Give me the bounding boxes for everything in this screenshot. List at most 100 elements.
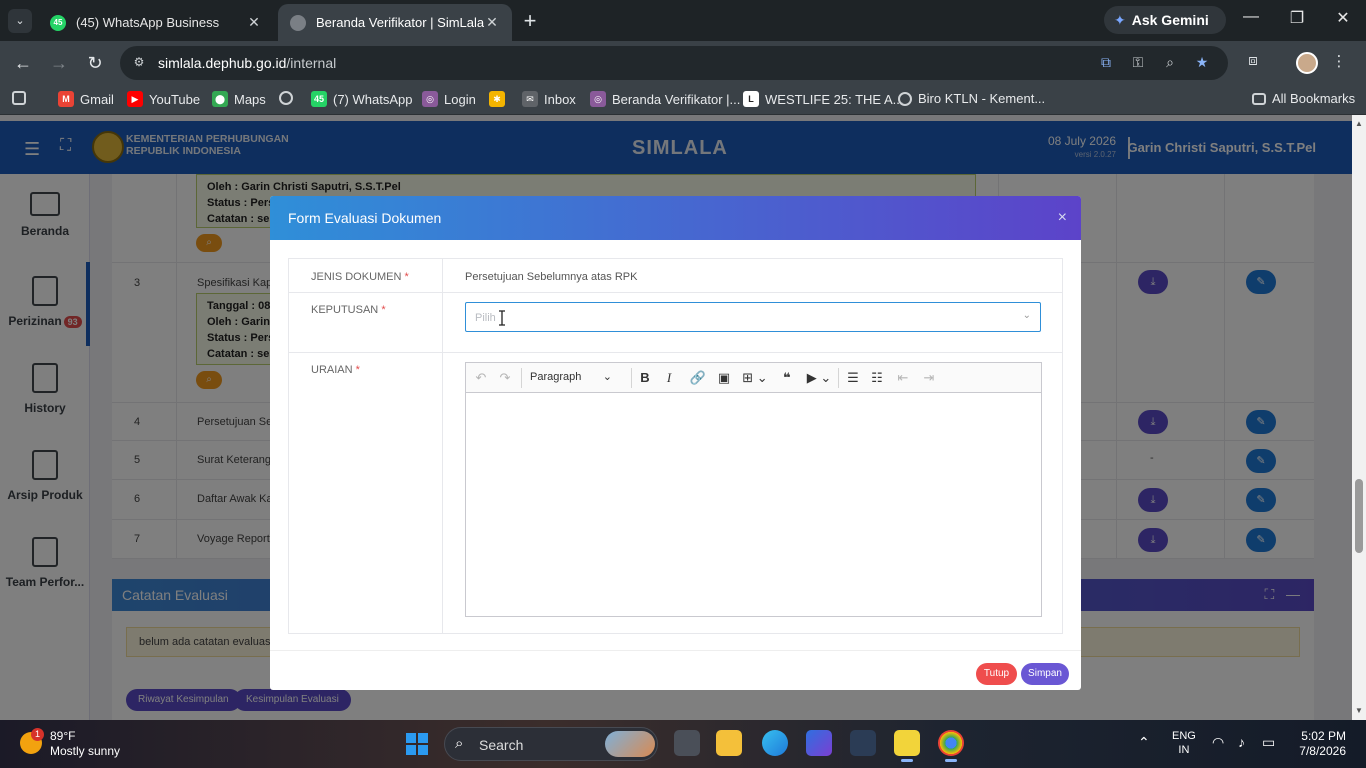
scrollbar-thumb[interactable] [1355, 479, 1363, 553]
simpan-button[interactable]: Simpan [1021, 663, 1069, 685]
globe-icon [279, 91, 293, 105]
scroll-up-icon[interactable]: ▲ [1354, 119, 1364, 128]
insert-media-icon[interactable]: ▶ ⌄ [804, 369, 834, 387]
task-view-icon[interactable] [674, 730, 700, 756]
tab-title: (45) WhatsApp Business [76, 15, 220, 30]
outdent-icon[interactable]: ⇤ [894, 369, 912, 387]
form-row-divider [289, 292, 1062, 293]
tutup-button[interactable]: Tutup [976, 663, 1017, 685]
maps-icon: ⬤ [212, 91, 228, 107]
battery-icon[interactable]: ▭ [1262, 734, 1275, 751]
scroll-down-icon[interactable]: ▼ [1354, 706, 1364, 715]
bookmark-login[interactable]: ◎ Login [422, 91, 476, 107]
jenis-dokumen-value: Persetujuan Sebelumnya atas RPK [465, 271, 638, 283]
modal-close-icon[interactable]: × [1058, 209, 1067, 227]
numbered-list-icon[interactable]: ☷ [868, 369, 886, 387]
blockquote-icon[interactable]: ❝ [778, 369, 796, 387]
install-app-icon[interactable]: ⧉ [1096, 54, 1116, 72]
apps-grid-icon[interactable] [12, 91, 32, 105]
weather-widget[interactable]: 89°F Mostly sunny [50, 729, 120, 759]
insert-table-icon[interactable]: ⊞ ⌄ [740, 369, 770, 387]
url-text[interactable]: simlala.dephub.go.id/internal [158, 55, 336, 71]
undo-icon[interactable]: ↶ [472, 369, 490, 387]
bold-icon[interactable]: B [636, 369, 654, 387]
text-cursor-icon [499, 310, 505, 326]
minimize-icon[interactable]: — [1236, 8, 1266, 26]
gmail-icon: M [58, 91, 74, 107]
vscode-icon[interactable] [806, 730, 832, 756]
search-icon: ⌕ [455, 735, 464, 752]
bookmark-biro-ktln[interactable]: Biro KTLN - Kement... [898, 91, 1045, 106]
bookmark-whatsapp[interactable]: 45 (7) WhatsApp [311, 91, 412, 107]
edge-browser-icon[interactable] [762, 730, 788, 756]
chrome-icon[interactable] [938, 730, 964, 762]
restore-icon[interactable]: ❐ [1282, 8, 1312, 28]
site-info-icon[interactable]: ⚙ [130, 55, 148, 71]
toolbar-divider [631, 368, 632, 388]
profile-avatar[interactable] [1296, 52, 1318, 74]
tab-close-icon[interactable]: ✕ [246, 14, 262, 31]
new-tab-button[interactable]: + [518, 8, 542, 34]
keputusan-label: KEPUTUSAN * [311, 304, 386, 316]
zoom-icon[interactable]: ⌕ [1160, 54, 1180, 72]
uraian-text-area[interactable] [466, 394, 1041, 616]
file-explorer-icon[interactable] [716, 730, 742, 756]
reload-icon[interactable]: ↻ [82, 51, 108, 75]
forward-arrow-icon[interactable]: → [46, 51, 72, 75]
inbox-icon: ✉ [522, 91, 538, 107]
volume-icon[interactable]: ♪ [1238, 734, 1245, 750]
folder-icon [1252, 92, 1266, 105]
search-highlight-image [605, 731, 655, 757]
camera-app-icon[interactable] [850, 730, 876, 756]
bookmark-inbox[interactable]: ✉ Inbox [522, 91, 576, 107]
simlala-favicon-icon [290, 14, 306, 31]
menu-kebab-icon[interactable]: ⋮ [1328, 52, 1350, 74]
ask-gemini-button[interactable]: ✦ Ask Gemini [1104, 6, 1226, 34]
paragraph-style-dropdown[interactable]: Paragraph ⌄ [530, 370, 612, 383]
gemini-sparkle-icon: ✦ [1114, 11, 1126, 28]
indent-icon[interactable]: ⇥ [920, 369, 938, 387]
close-window-icon[interactable]: ✕ [1328, 8, 1358, 28]
link-icon[interactable]: 🔗 [688, 369, 708, 387]
bookmark-gmail[interactable]: M Gmail [58, 91, 114, 107]
tab-list-chevron-down-icon[interactable]: ⌄ [8, 9, 32, 33]
system-clock[interactable]: 5:02 PM 7/8/2026 [1296, 729, 1346, 759]
page-scrollbar[interactable]: ▲ ▼ [1352, 115, 1366, 720]
evaluation-form: JENIS DOKUMEN * Persetujuan Sebelumnya a… [288, 258, 1063, 634]
youtube-icon: ▶ [127, 91, 143, 107]
sticky-notes-icon[interactable] [894, 730, 920, 762]
language-indicator[interactable]: ENG IN [1172, 729, 1196, 757]
bookmark-westlife[interactable]: L WESTLIFE 25: THE A... [743, 91, 903, 107]
windows-start-icon[interactable] [406, 733, 428, 755]
taskbar-search[interactable]: ⌕ Search [444, 727, 658, 761]
redo-icon[interactable]: ↷ [496, 369, 514, 387]
bookmark-globe[interactable] [279, 91, 299, 105]
bookmark-beranda-verifikator[interactable]: ◎ Beranda Verifikator |... [590, 91, 740, 107]
bookmark-star-icon[interactable]: ★ [1192, 54, 1212, 72]
bookmark-youtube[interactable]: ▶ YouTube [127, 91, 200, 107]
form-evaluasi-modal: Form Evaluasi Dokumen × JENIS DOKUMEN * … [270, 196, 1081, 690]
extensions-puzzle-icon[interactable]: ⧈ [1242, 52, 1264, 74]
all-bookmarks-button[interactable]: All Bookmarks [1252, 91, 1355, 106]
tab-beranda-verifikator[interactable]: Beranda Verifikator | SimLala ✕ [278, 4, 512, 41]
show-hidden-icons-chevron-icon[interactable]: ⌃ [1138, 734, 1150, 751]
bookmark-pinwheel[interactable]: ✱ [489, 91, 511, 107]
browser-toolbar: ← → ↻ ⚙ simlala.dephub.go.id/internal ⧉ … [0, 41, 1366, 85]
keputusan-placeholder: Pilih [475, 312, 496, 324]
tab-whatsapp-business[interactable]: 45 (45) WhatsApp Business ✕ [38, 4, 274, 41]
form-row-divider [289, 352, 1062, 353]
insert-image-icon[interactable]: ▣ [714, 369, 734, 387]
toolbar-divider [838, 368, 839, 388]
wifi-icon[interactable]: ◠ [1212, 734, 1224, 751]
tab-close-icon[interactable]: ✕ [484, 14, 500, 31]
italic-icon[interactable]: I [660, 369, 678, 387]
bulleted-list-icon[interactable]: ☰ [844, 369, 862, 387]
page-content: ☰ ⛶ KEMENTERIAN PERHUBUNGAN REPUBLIK IND… [0, 115, 1352, 720]
password-key-icon[interactable]: ⚿ [1128, 54, 1148, 72]
keputusan-select[interactable]: Pilih ⌄ [465, 302, 1041, 332]
back-arrow-icon[interactable]: ← [10, 51, 36, 75]
bookmark-maps[interactable]: ⬤ Maps [212, 91, 266, 107]
address-bar[interactable]: ⚙ simlala.dephub.go.id/internal ⧉ ⚿ ⌕ ★ [120, 46, 1228, 80]
simlala-icon: ◎ [590, 91, 606, 107]
uraian-rich-text-editor: ↶ ↷ Paragraph ⌄ B I 🔗 ▣ ⊞ ⌄ ❝ ▶ ⌄ ☰ ☷ ⇤ [465, 362, 1042, 617]
